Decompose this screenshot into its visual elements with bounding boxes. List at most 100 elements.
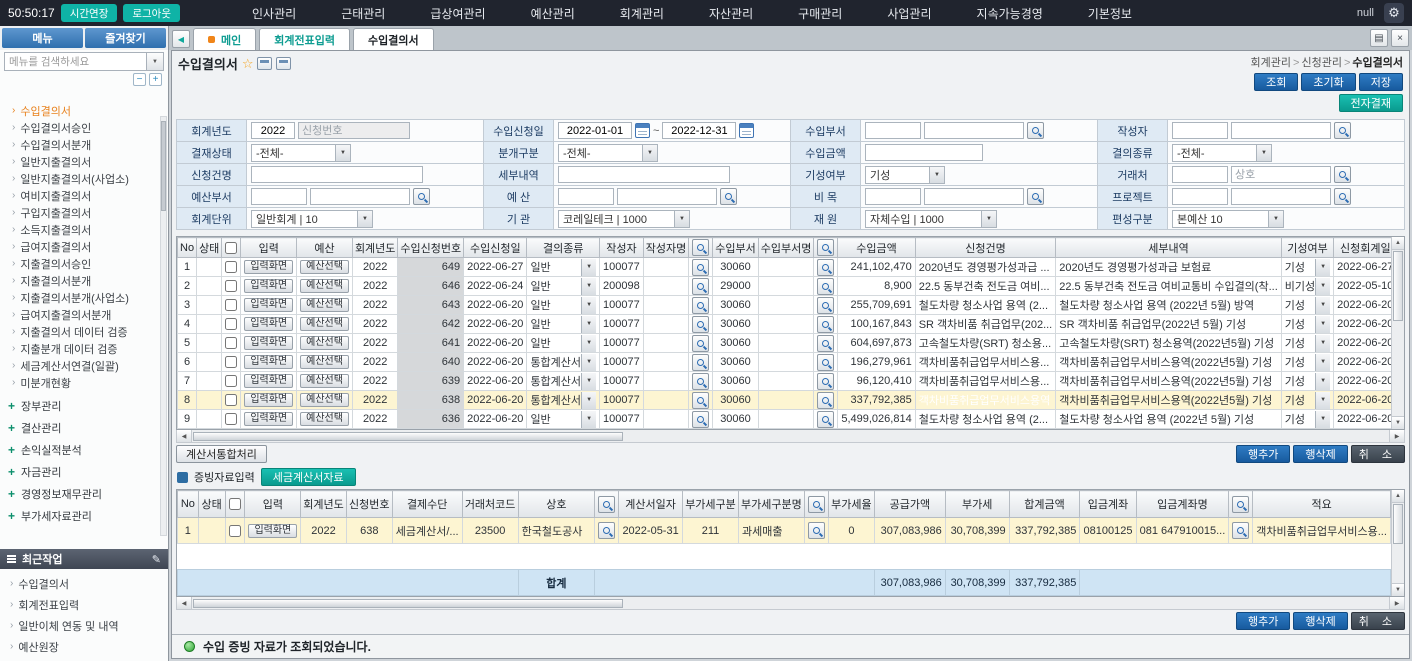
kind-select[interactable]: 일반▼ <box>530 335 596 352</box>
search-icon[interactable] <box>1334 122 1351 139</box>
search-icon[interactable] <box>1232 522 1249 539</box>
budget-select-button[interactable]: 예산선택 <box>300 260 349 274</box>
calendar-icon[interactable] <box>739 123 754 138</box>
recent-item[interactable]: ›수입결의서 <box>10 573 168 594</box>
search-icon[interactable] <box>692 239 709 256</box>
budget-select-button[interactable]: 예산선택 <box>300 412 349 426</box>
gisung-select[interactable]: 기성▼ <box>1285 316 1330 333</box>
table-row[interactable]: 1 입력화면 2022 638 세금계산서/... 23500 한국철도공사 2… <box>178 518 1391 544</box>
search-icon[interactable] <box>817 239 834 256</box>
collapse-all-button[interactable]: − <box>133 73 146 86</box>
recent-item[interactable]: ›회계전표입력 <box>10 594 168 615</box>
gisung-select[interactable]: 비기성▼ <box>1285 278 1330 295</box>
kind-select[interactable]: 통합계산서▼ <box>530 373 596 390</box>
top-nav-item[interactable]: 회계관리 <box>620 5 664 22</box>
expand-all-button[interactable]: + <box>149 73 162 86</box>
input-screen-button[interactable]: 입력화면 <box>244 355 293 369</box>
table-row[interactable]: 4 입력화면 예산선택 2022 642 2022-06-20 일반▼ 1000… <box>178 315 1392 334</box>
search-icon[interactable] <box>1334 166 1351 183</box>
search-icon[interactable] <box>817 335 834 352</box>
scroll-down-icon[interactable]: ▼ <box>1392 416 1404 429</box>
search-icon[interactable] <box>692 316 709 333</box>
input-screen-button[interactable]: 입력화면 <box>244 260 293 274</box>
filter-input[interactable] <box>1231 166 1331 183</box>
clear-icon[interactable]: ✎ <box>152 553 161 566</box>
chevron-down-icon[interactable]: ▼ <box>147 52 164 71</box>
recent-item[interactable]: ›일반이체 연동 및 내역 <box>10 615 168 636</box>
sidebar-scrollbar[interactable] <box>160 116 167 536</box>
logout-button[interactable]: 로그아웃 <box>123 4 180 22</box>
input-screen-button[interactable]: 입력화면 <box>244 374 293 388</box>
input-screen-button[interactable]: 입력화면 <box>248 524 297 538</box>
input-screen-button[interactable]: 입력화면 <box>244 393 293 407</box>
top-nav-item[interactable]: 지속가능경영 <box>977 5 1043 22</box>
sidebar-group[interactable]: +부가세자료관리 <box>8 505 168 527</box>
kind-select[interactable]: 통합계산서▼ <box>530 354 596 371</box>
horizontal-scrollbar[interactable]: ◀ ▶ <box>176 597 1405 610</box>
scroll-up-icon[interactable]: ▲ <box>1392 237 1404 250</box>
search-icon[interactable] <box>817 354 834 371</box>
title-cell[interactable]: 객차비품취급업무서비스용역 <box>915 391 1056 410</box>
input-screen-button[interactable]: 입력화면 <box>244 298 293 312</box>
filter-input[interactable] <box>251 122 295 139</box>
tab-scroll-left-icon[interactable]: ◀ <box>172 30 190 48</box>
tax-invoice-button[interactable]: 세금계산서자료 <box>261 468 356 486</box>
search-icon[interactable] <box>692 335 709 352</box>
title-cell[interactable]: 22.5 동부건축 전도금 여비... <box>915 277 1056 296</box>
table-row[interactable]: 6 입력화면 예산선택 2022 640 2022-06-20 통합계산서▼ 1… <box>178 353 1392 372</box>
input-screen-button[interactable]: 입력화면 <box>244 336 293 350</box>
sidebar-item[interactable]: ›여비지출결의서 <box>12 187 168 204</box>
top-nav-item[interactable]: 급상여관리 <box>430 5 485 22</box>
top-nav-item[interactable]: 사업관리 <box>887 5 931 22</box>
budget-select-button[interactable]: 예산선택 <box>300 317 349 331</box>
select-all-checkbox[interactable] <box>229 498 241 510</box>
select-all-checkbox[interactable] <box>225 242 237 254</box>
window-icon[interactable] <box>276 57 291 70</box>
gisung-select[interactable]: 기성▼ <box>1285 411 1330 428</box>
cancel-button[interactable]: 취 소 <box>1351 445 1405 463</box>
search-icon[interactable] <box>817 373 834 390</box>
filter-input[interactable] <box>865 144 983 161</box>
row-checkbox[interactable] <box>225 394 237 406</box>
filter-select[interactable]: -전체-▼ <box>1172 144 1272 162</box>
search-icon[interactable] <box>692 354 709 371</box>
kind-select[interactable]: 일반▼ <box>530 411 596 428</box>
breadcrumb-item[interactable]: 신청관리 <box>1301 57 1341 69</box>
search-icon[interactable] <box>817 392 834 409</box>
filter-input[interactable] <box>1231 122 1331 139</box>
title-cell[interactable]: 고속철도차량(SRT) 청소용... <box>915 334 1056 353</box>
input-screen-button[interactable]: 입력화면 <box>244 412 293 426</box>
row-checkbox[interactable] <box>229 525 241 537</box>
top-nav-item[interactable]: 예산관리 <box>531 5 575 22</box>
row-checkbox[interactable] <box>225 375 237 387</box>
delete-row-button[interactable]: 행삭제 <box>1293 445 1347 463</box>
sidebar-tab-menu[interactable]: 메뉴 <box>2 28 83 48</box>
gisung-select[interactable]: 기성▼ <box>1285 373 1330 390</box>
sidebar-item[interactable]: ›급여지출결의서분개 <box>12 306 168 323</box>
table-row[interactable]: 9 입력화면 예산선택 2022 636 2022-06-20 일반▼ 1000… <box>178 410 1392 429</box>
row-checkbox[interactable] <box>225 280 237 292</box>
add-row-button[interactable]: 행추가 <box>1236 612 1290 630</box>
breadcrumb-item[interactable]: 수입결의서 <box>1352 57 1403 69</box>
kind-select[interactable]: 일반▼ <box>530 316 596 333</box>
row-checkbox[interactable] <box>225 261 237 273</box>
row-checkbox[interactable] <box>225 299 237 311</box>
scroll-up-icon[interactable]: ▲ <box>1392 490 1404 503</box>
budget-select-button[interactable]: 예산선택 <box>300 279 349 293</box>
sidebar-item[interactable]: ›지출분개 데이터 검증 <box>12 340 168 357</box>
table-row[interactable]: 8 입력화면 예산선택 2022 638 2022-06-20 통합계산서▼ 1… <box>178 391 1392 410</box>
sidebar-group[interactable]: +장부관리 <box>8 395 168 417</box>
sidebar-item[interactable]: ›일반지출결의서(사업소) <box>12 170 168 187</box>
tab-수입결의서[interactable]: 수입결의서 <box>353 28 434 50</box>
table-row[interactable]: 2 입력화면 예산선택 2022 646 2022-06-24 일반▼ 2000… <box>178 277 1392 296</box>
filter-input[interactable] <box>1172 122 1228 139</box>
filter-input[interactable] <box>1172 188 1228 205</box>
sidebar-item[interactable]: ›수입결의서승인 <box>12 119 168 136</box>
kind-select[interactable]: 일반▼ <box>530 259 596 276</box>
vertical-scrollbar[interactable]: ▲ ▼ <box>1391 490 1404 596</box>
top-nav-item[interactable]: 구매관리 <box>798 5 842 22</box>
scroll-right-icon[interactable]: ▶ <box>1389 597 1404 609</box>
vertical-scrollbar[interactable]: ▲ ▼ <box>1391 237 1404 429</box>
filter-input[interactable] <box>558 122 632 139</box>
filter-select[interactable]: 자체수입 | 1000▼ <box>865 210 997 228</box>
